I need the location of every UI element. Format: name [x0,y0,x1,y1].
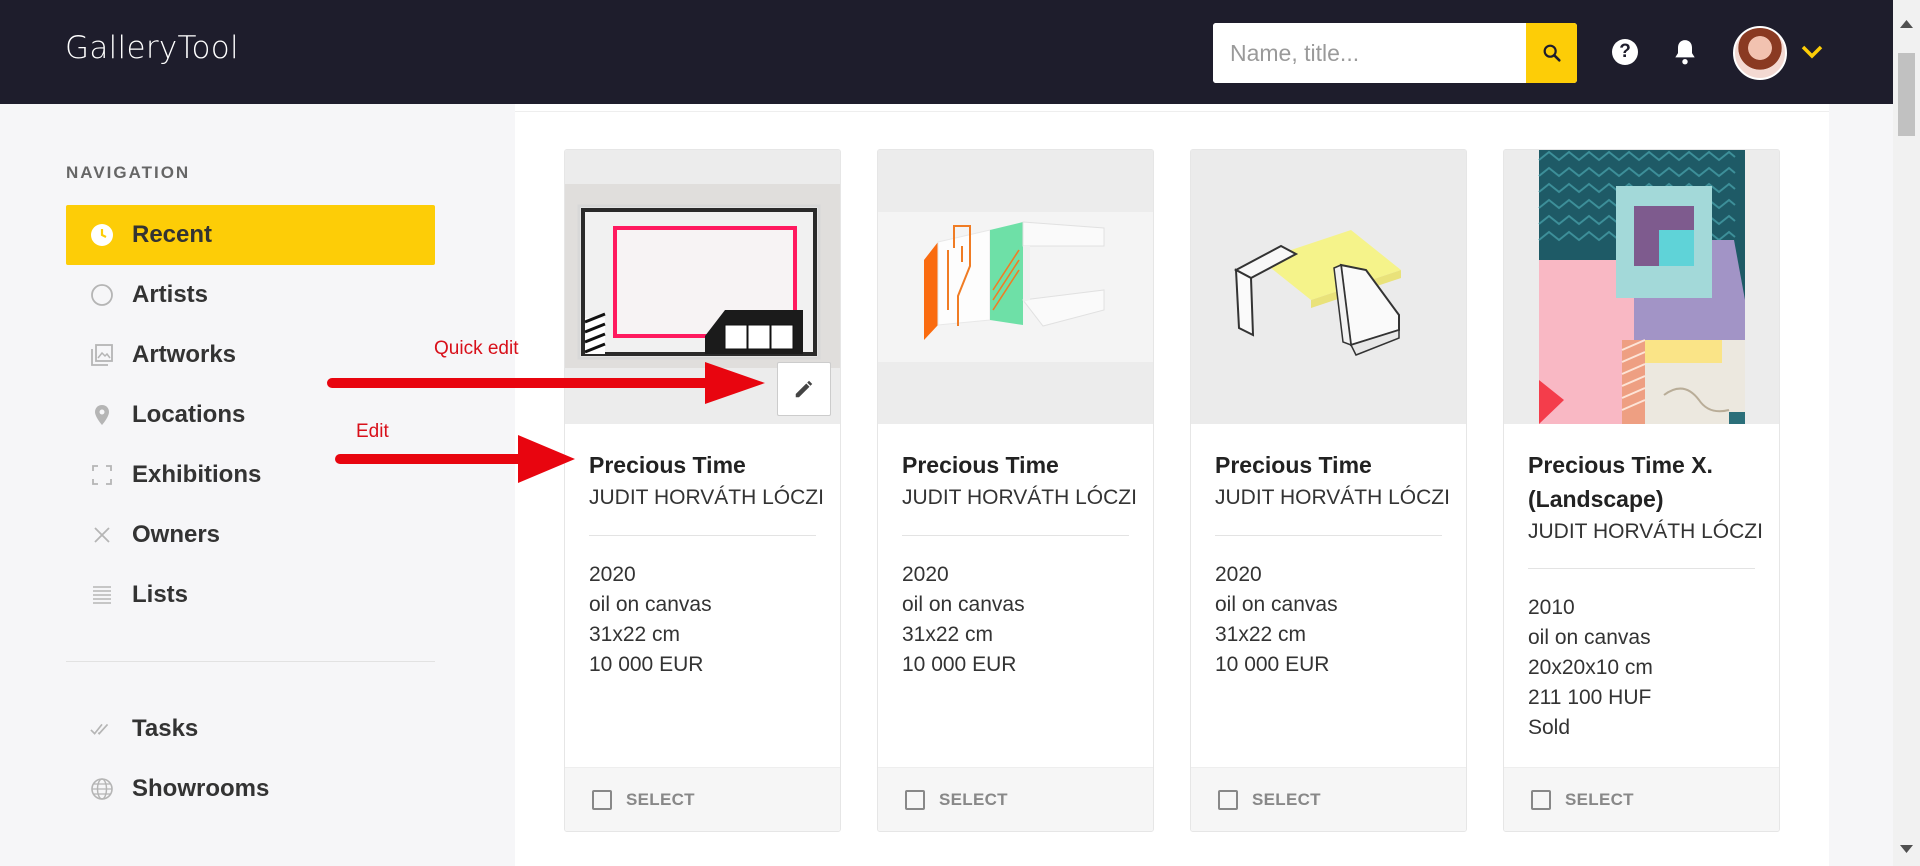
sidebar-item-label: Artists [132,281,209,308]
artwork-medium: oil on canvas [589,593,712,616]
card-divider [1528,568,1755,569]
artwork-year: 2020 [1215,563,1262,586]
app-logo[interactable]: GalleryTool [65,30,239,66]
quick-edit-button[interactable] [777,362,831,416]
list-lines-icon [90,583,114,607]
notifications-bell-icon[interactable] [1672,38,1698,71]
pin-icon [90,403,114,427]
artwork-size: 31x22 cm [1215,623,1307,646]
artwork-details: 2020 oil on canvas 31x22 cm 10 000 EUR [902,560,1025,680]
sidebar-item-label: Locations [132,401,246,428]
scroll-up-arrow-icon[interactable] [1900,20,1913,28]
artwork-year: 2020 [902,563,949,586]
select-label[interactable]: SELECT [1565,790,1634,810]
select-checkbox[interactable] [592,789,612,810]
sidebar-item-tasks[interactable]: Tasks [66,699,435,759]
divider [515,111,1829,112]
frame-corners-icon [90,463,114,487]
artwork-size: 20x20x10 cm [1528,656,1653,679]
help-icon[interactable]: ? [1612,39,1638,65]
artwork-title[interactable]: Precious Time X. (Landscape) [1528,448,1763,516]
sidebar-item-label: Tasks [132,715,199,742]
card-divider [589,535,816,536]
user-avatar[interactable] [1733,26,1787,80]
artwork-details: 2020 oil on canvas 31x22 cm 10 000 EUR [589,560,712,680]
scrollbar-thumb[interactable] [1898,53,1915,136]
artwork-details: 2010 oil on canvas 20x20x10 cm 211 100 H… [1528,593,1653,743]
artwork-price: 10 000 EUR [902,653,1017,676]
sidebar-item-label: Showrooms [132,775,270,802]
artwork-medium: oil on canvas [1528,626,1651,649]
select-label[interactable]: SELECT [939,790,1008,810]
search-icon [1543,44,1561,62]
artist-name: JUDIT HORVÁTH LÓCZI [1215,486,1450,509]
select-checkbox[interactable] [905,789,925,810]
sidebar-item-artists[interactable]: Artists [66,265,435,325]
scroll-down-arrow-icon[interactable] [1900,845,1913,853]
select-label[interactable]: SELECT [1252,790,1321,810]
card-footer: SELECT [565,767,840,831]
artist-name: JUDIT HORVÁTH LÓCZI [902,486,1137,509]
clock-icon [90,223,114,247]
card-divider [902,535,1129,536]
artwork-title[interactable]: Precious Time [902,448,1137,482]
artwork-card[interactable]: Precious Time X. (Landscape) JUDIT HORVÁ… [1503,149,1780,832]
artwork-thumbnail[interactable] [878,150,1153,424]
card-divider [1215,535,1442,536]
circle-icon [90,283,114,307]
double-check-icon [90,717,114,741]
globe-icon [90,777,114,801]
select-label[interactable]: SELECT [626,790,695,810]
quick-edit-arrow-head [705,362,765,404]
artwork-price: 10 000 EUR [589,653,704,676]
sidebar-divider [66,661,435,662]
sidebar-item-lists[interactable]: Lists [66,565,435,625]
select-checkbox[interactable] [1531,789,1551,810]
artwork-status: Sold [1528,716,1571,739]
artwork-price: 211 100 HUF [1528,686,1652,709]
image-gallery-icon [90,343,114,367]
artwork-title[interactable]: Precious Time [1215,448,1450,482]
chevron-down-icon[interactable] [1800,44,1824,65]
card-footer: SELECT [1191,767,1466,831]
edit-arrow-head [518,435,575,483]
artist-name: JUDIT HORVÁTH LÓCZI [1528,520,1763,543]
search-button[interactable] [1526,23,1577,83]
search-box [1213,23,1577,83]
artwork-size: 31x22 cm [902,623,994,646]
sidebar-item-owners[interactable]: Owners [66,505,435,565]
artwork-year: 2010 [1528,596,1575,619]
card-footer: SELECT [878,767,1153,831]
top-bar: GalleryTool ? [0,0,1920,104]
annotation-arrows [327,362,765,483]
pencil-icon [795,380,813,398]
sidebar-item-label: Exhibitions [132,461,262,488]
card-footer: SELECT [1504,767,1779,831]
artwork-details: 2020 oil on canvas 31x22 cm 10 000 EUR [1215,560,1338,680]
select-checkbox[interactable] [1218,789,1238,810]
sidebar-item-label: Owners [132,521,221,548]
sidebar-item-recent[interactable]: Recent [66,205,435,265]
navigation-heading: NAVIGATION [66,163,191,182]
sidebar-item-label: Recent [132,221,213,248]
artwork-medium: oil on canvas [902,593,1025,616]
artwork-card[interactable]: Precious Time JUDIT HORVÁTH LÓCZI 2020 o… [877,149,1154,832]
sidebar-item-showrooms[interactable]: Showrooms [66,759,435,819]
sidebar-item-label: Lists [132,581,189,608]
x-icon [90,523,114,547]
artwork-card[interactable]: Precious Time JUDIT HORVÁTH LÓCZI 2020 o… [564,149,841,832]
artwork-card[interactable]: Precious Time JUDIT HORVÁTH LÓCZI 2020 o… [1190,149,1467,832]
artwork-size: 31x22 cm [589,623,681,646]
sidebar-item-label: Artworks [132,341,237,368]
artwork-thumbnail[interactable] [1504,150,1779,424]
artwork-price: 10 000 EUR [1215,653,1330,676]
search-input[interactable] [1213,23,1526,83]
artwork-year: 2020 [589,563,636,586]
artwork-thumbnail[interactable] [1191,150,1466,424]
artwork-medium: oil on canvas [1215,593,1338,616]
